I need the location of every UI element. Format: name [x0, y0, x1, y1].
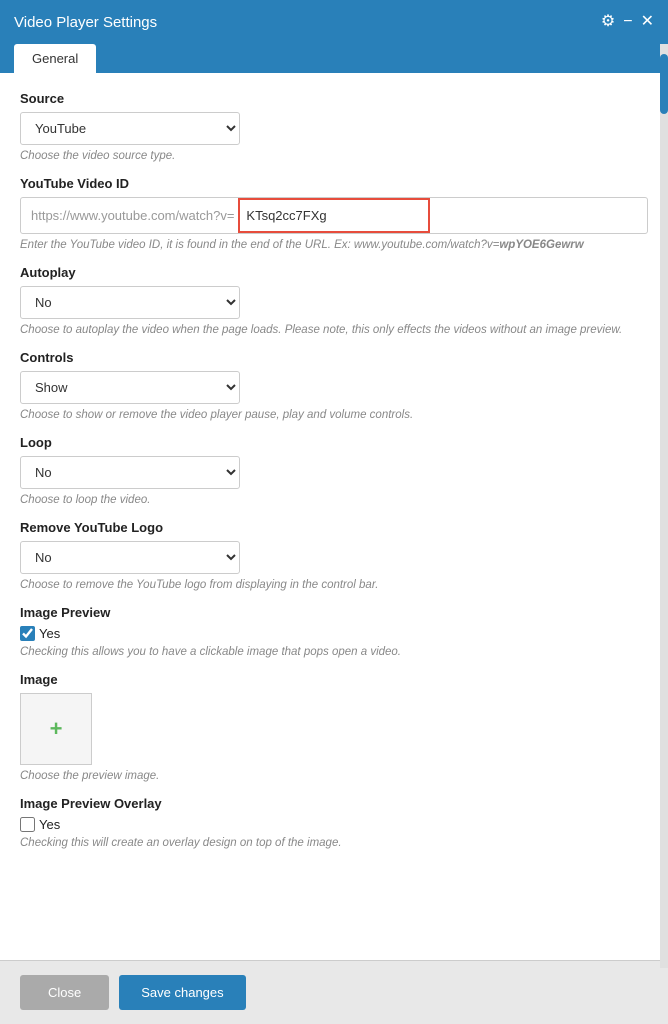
loop-field-group: Loop No Yes Choose to loop the video.	[20, 435, 648, 506]
youtube-id-input-wrapper: https://www.youtube.com/watch?v=	[20, 197, 648, 234]
youtube-id-label: YouTube Video ID	[20, 176, 648, 191]
youtube-id-hint-example: wpYOE6Gewrw	[499, 239, 583, 251]
image-field-group: Image + Choose the preview image.	[20, 672, 648, 782]
source-select[interactable]: YouTube Vimeo Self-Hosted	[20, 112, 240, 145]
autoplay-field-group: Autoplay No Yes Choose to autoplay the v…	[20, 265, 648, 336]
image-preview-label: Image Preview	[20, 605, 648, 620]
title-bar: Video Player Settings ⚙ − ✕	[0, 0, 668, 44]
image-preview-hint: Checking this allows you to have a click…	[20, 646, 648, 658]
source-hint: Choose the video source type.	[20, 150, 648, 162]
remove-logo-field-group: Remove YouTube Logo No Yes Choose to rem…	[20, 520, 648, 591]
youtube-id-hint-text: Enter the YouTube video ID, it is found …	[20, 239, 499, 251]
image-hint: Choose the preview image.	[20, 770, 648, 782]
image-overlay-checkbox[interactable]	[20, 817, 35, 832]
image-add-icon: +	[50, 718, 63, 740]
scrollbar-track[interactable]	[660, 44, 668, 968]
image-preview-field-group: Image Preview Yes Checking this allows y…	[20, 605, 648, 658]
controls-select[interactable]: Show Hide	[20, 371, 240, 404]
youtube-id-field-group: YouTube Video ID https://www.youtube.com…	[20, 176, 648, 251]
window-title: Video Player Settings	[14, 14, 157, 31]
gear-icon[interactable]: ⚙	[601, 14, 615, 30]
remove-logo-select[interactable]: No Yes	[20, 541, 240, 574]
image-overlay-label: Image Preview Overlay	[20, 796, 648, 811]
image-overlay-check-label: Yes	[39, 817, 60, 832]
youtube-id-input[interactable]	[238, 198, 430, 233]
controls-field-group: Controls Show Hide Choose to show or rem…	[20, 350, 648, 421]
autoplay-hint: Choose to autoplay the video when the pa…	[20, 324, 648, 336]
scrollbar-thumb[interactable]	[660, 54, 668, 114]
image-overlay-field-group: Image Preview Overlay Yes Checking this …	[20, 796, 648, 849]
minimize-icon[interactable]: −	[623, 14, 632, 30]
autoplay-select[interactable]: No Yes	[20, 286, 240, 319]
loop-label: Loop	[20, 435, 648, 450]
image-upload-box[interactable]: +	[20, 693, 92, 765]
close-button[interactable]: Close	[20, 975, 109, 1010]
youtube-id-prefix: https://www.youtube.com/watch?v=	[21, 200, 238, 231]
source-label: Source	[20, 91, 648, 106]
image-preview-check-label: Yes	[39, 626, 60, 641]
autoplay-label: Autoplay	[20, 265, 648, 280]
image-label: Image	[20, 672, 648, 687]
footer: Close Save changes	[0, 960, 668, 1024]
image-preview-checkbox[interactable]	[20, 626, 35, 641]
save-button[interactable]: Save changes	[119, 975, 245, 1010]
source-field-group: Source YouTube Vimeo Self-Hosted Choose …	[20, 91, 648, 162]
remove-logo-hint: Choose to remove the YouTube logo from d…	[20, 579, 648, 591]
controls-hint: Choose to show or remove the video playe…	[20, 409, 648, 421]
image-overlay-checkbox-row: Yes	[20, 817, 648, 832]
remove-logo-label: Remove YouTube Logo	[20, 520, 648, 535]
window-controls: ⚙ − ✕	[601, 14, 654, 30]
settings-content: Source YouTube Vimeo Self-Hosted Choose …	[0, 73, 668, 960]
tab-bar: General	[0, 44, 668, 73]
close-icon[interactable]: ✕	[641, 14, 654, 30]
youtube-id-hint: Enter the YouTube video ID, it is found …	[20, 239, 648, 251]
controls-label: Controls	[20, 350, 648, 365]
image-overlay-hint: Checking this will create an overlay des…	[20, 837, 648, 849]
loop-select[interactable]: No Yes	[20, 456, 240, 489]
tab-general[interactable]: General	[14, 44, 96, 73]
loop-hint: Choose to loop the video.	[20, 494, 648, 506]
image-preview-checkbox-row: Yes	[20, 626, 648, 641]
